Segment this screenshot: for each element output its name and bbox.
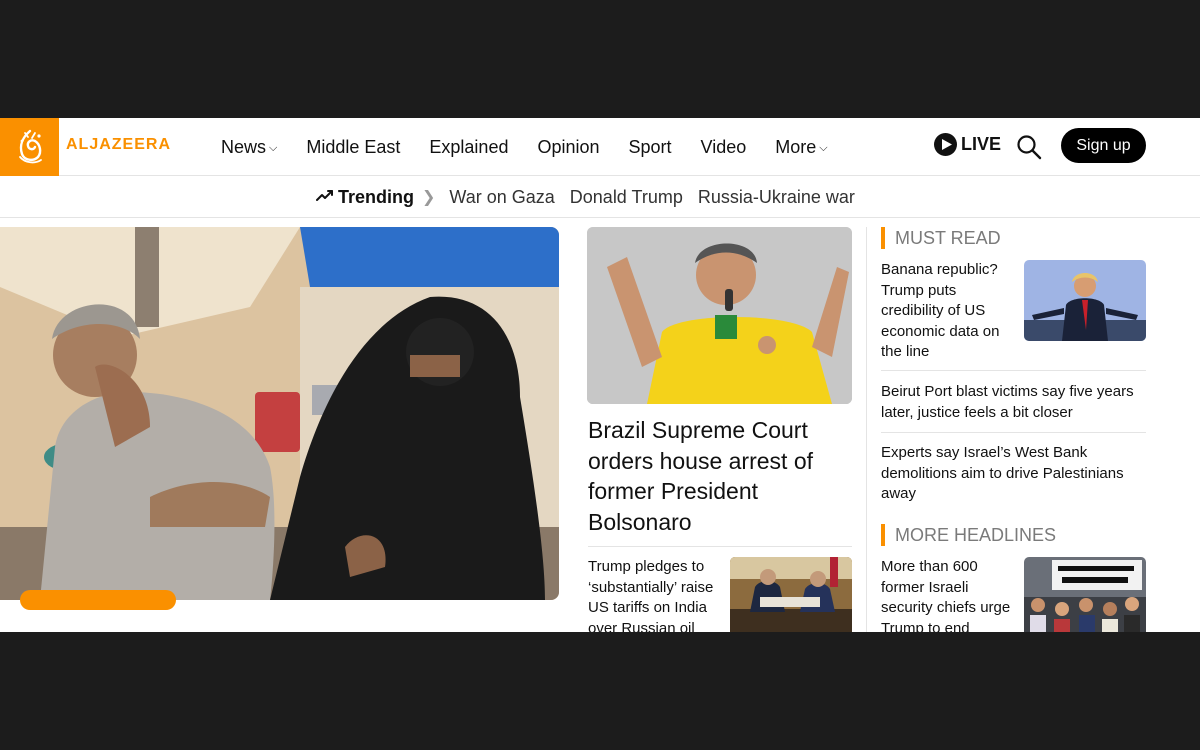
more-headlines-story-1[interactable]: More than 600 former Israeli security ch… xyxy=(881,557,1016,632)
center-story-image[interactable] xyxy=(587,227,852,404)
nav-item-label: Explained xyxy=(429,136,509,157)
live-label: LIVE xyxy=(961,134,1002,154)
nav-item-sport[interactable]: Sport xyxy=(629,137,672,158)
must-read-story-1[interactable]: Banana republic? Trump puts credibility … xyxy=(881,260,1016,363)
nav-item-label: Video xyxy=(700,136,747,157)
center-story-headline[interactable]: Brazil Supreme Court orders house arrest… xyxy=(588,415,848,537)
letterbox-top xyxy=(0,0,1200,118)
must-read-story-1-image[interactable] xyxy=(1024,260,1146,341)
sub-story-image[interactable] xyxy=(730,557,852,632)
nav-item-label: Middle East xyxy=(306,136,401,157)
nav-item-label: Opinion xyxy=(537,136,600,157)
live-button[interactable]: LIVE xyxy=(934,133,1001,156)
brand-name[interactable]: ALJAZEERA xyxy=(66,136,171,154)
letterbox-bottom xyxy=(0,632,1200,750)
divider xyxy=(881,370,1146,371)
trending-link-donald-trump[interactable]: Donald Trump xyxy=(570,187,683,208)
nav-item-more[interactable]: More ⌵ xyxy=(775,137,827,158)
nav-item-middle-east[interactable]: Middle East xyxy=(306,137,400,158)
search-icon[interactable] xyxy=(1016,134,1042,160)
trending-link-russia-ukraine[interactable]: Russia-Ukraine war xyxy=(698,187,855,208)
column-divider xyxy=(866,227,867,632)
trending-bar: Trending ❯ War on Gaza Donald Trump Russ… xyxy=(0,177,1200,218)
main-nav: News ⌵ Middle East Explained Opinion Spo… xyxy=(221,118,857,176)
play-circle-icon xyxy=(934,133,957,156)
sub-story-headline[interactable]: Trump pledges to ‘substantially’ raise U… xyxy=(588,557,723,632)
page: ALJAZEERA News ⌵ Middle East Explained O… xyxy=(0,118,1200,632)
hero-story-image[interactable] xyxy=(0,227,559,600)
nav-item-video[interactable]: Video xyxy=(701,137,747,158)
nav-item-explained[interactable]: Explained xyxy=(429,137,508,158)
chevron-down-icon: ⌵ xyxy=(819,141,828,154)
hero-progress-bar xyxy=(20,590,176,610)
must-read-story-2[interactable]: Beirut Port blast victims say five years… xyxy=(881,382,1146,423)
nav-item-label: News xyxy=(221,136,267,157)
must-read-story-3[interactable]: Experts say Israel’s West Bank demolitio… xyxy=(881,443,1146,505)
more-headlines-story-1-image[interactable] xyxy=(1024,557,1146,632)
nav-item-label: Sport xyxy=(628,136,672,157)
trending-list: Trending ❯ War on Gaza Donald Trump Russ… xyxy=(316,177,870,217)
site-header: ALJAZEERA News ⌵ Middle East Explained O… xyxy=(0,118,1200,176)
more-headlines-heading: MORE HEADLINES xyxy=(881,524,1056,546)
chevron-down-icon: ⌵ xyxy=(269,141,278,154)
must-read-heading: MUST READ xyxy=(881,227,1001,249)
divider xyxy=(881,432,1146,433)
nav-item-label: More xyxy=(775,136,817,157)
trending-up-icon xyxy=(316,188,334,206)
aljazeera-logo-icon[interactable] xyxy=(0,118,59,176)
trending-label: Trending xyxy=(338,186,414,207)
sign-up-button[interactable]: Sign up xyxy=(1061,128,1146,163)
nav-item-opinion[interactable]: Opinion xyxy=(537,137,599,158)
trending-link-war-on-gaza[interactable]: War on Gaza xyxy=(449,187,554,208)
divider xyxy=(588,546,852,547)
chevron-right-icon: ❯ xyxy=(422,189,436,206)
nav-item-news[interactable]: News ⌵ xyxy=(221,137,277,158)
